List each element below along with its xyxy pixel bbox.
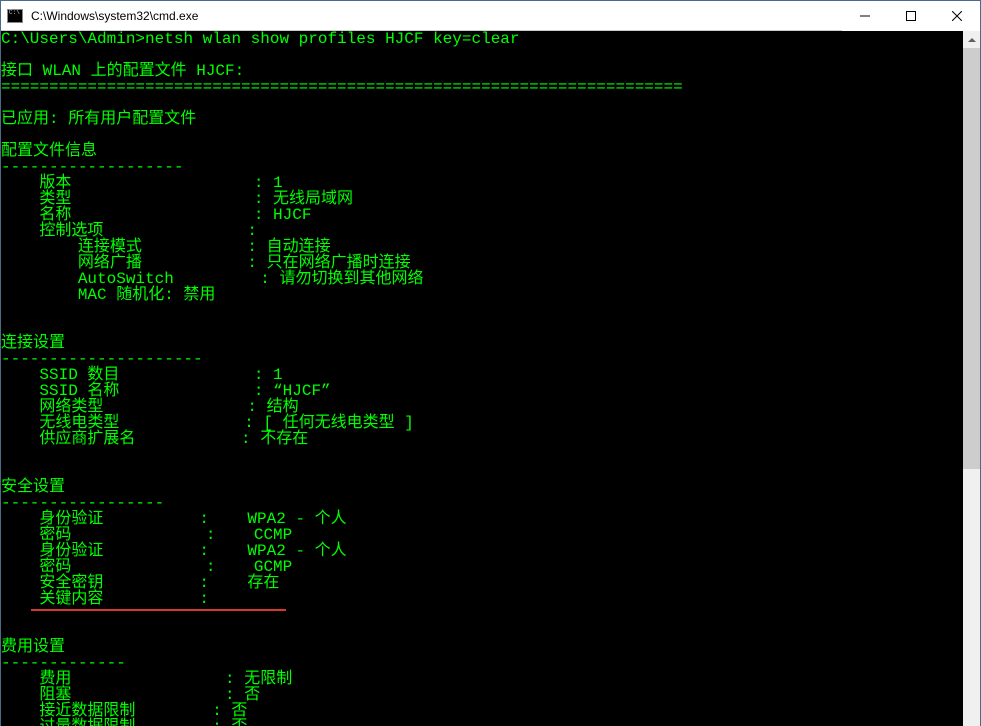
- divider-line: ========================================…: [1, 78, 683, 96]
- minimize-button[interactable]: [842, 1, 888, 31]
- applied-label: 已应用:: [1, 110, 59, 128]
- scroll-thumb[interactable]: [963, 48, 980, 469]
- chevron-up-icon: [968, 38, 976, 42]
- prompt-command: netsh wlan show profiles HJCF key=clear: [145, 31, 519, 48]
- applied-value: 所有用户配置文件: [68, 110, 196, 128]
- scroll-track[interactable]: [963, 48, 980, 726]
- maximize-button[interactable]: [888, 1, 934, 31]
- cmd-window: C:\Windows\system32\cmd.exe C:\Users\Adm…: [0, 0, 981, 726]
- cost-block: 费用 : 无限制 阻塞 : 否 接近数据限制 : 否 过量数据限制 : 否 漫游…: [1, 670, 292, 726]
- maximize-icon: [906, 11, 916, 21]
- vertical-scrollbar[interactable]: [963, 31, 980, 726]
- redaction-underline: [31, 609, 286, 611]
- minimize-icon: [860, 11, 870, 21]
- profile-info-block: 版本 : 1 类型 : 无线局域网 名称 : HJCF 控制选项 : 连接模式 …: [1, 174, 423, 304]
- cmd-icon: [7, 9, 23, 23]
- window-controls: [842, 1, 980, 31]
- app-icon[interactable]: [1, 1, 29, 31]
- window-title: C:\Windows\system32\cmd.exe: [29, 9, 842, 23]
- security-block: 身份验证 : WPA2 - 个人 密码 : CCMP 身份验证 : WPA2 -…: [1, 510, 347, 608]
- scroll-up-button[interactable]: [963, 31, 980, 48]
- titlebar[interactable]: C:\Windows\system32\cmd.exe: [1, 1, 980, 31]
- close-button[interactable]: [934, 1, 980, 31]
- terminal-output[interactable]: C:\Users\Admin>netsh wlan show profiles …: [1, 31, 963, 726]
- prompt-path: C:\Users\Admin>: [1, 31, 145, 48]
- client-area: C:\Users\Admin>netsh wlan show profiles …: [1, 31, 980, 726]
- close-icon: [952, 11, 962, 21]
- connectivity-block: SSID 数目 : 1 SSID 名称 : “HJCF” 网络类型 : 结构 无…: [1, 366, 414, 448]
